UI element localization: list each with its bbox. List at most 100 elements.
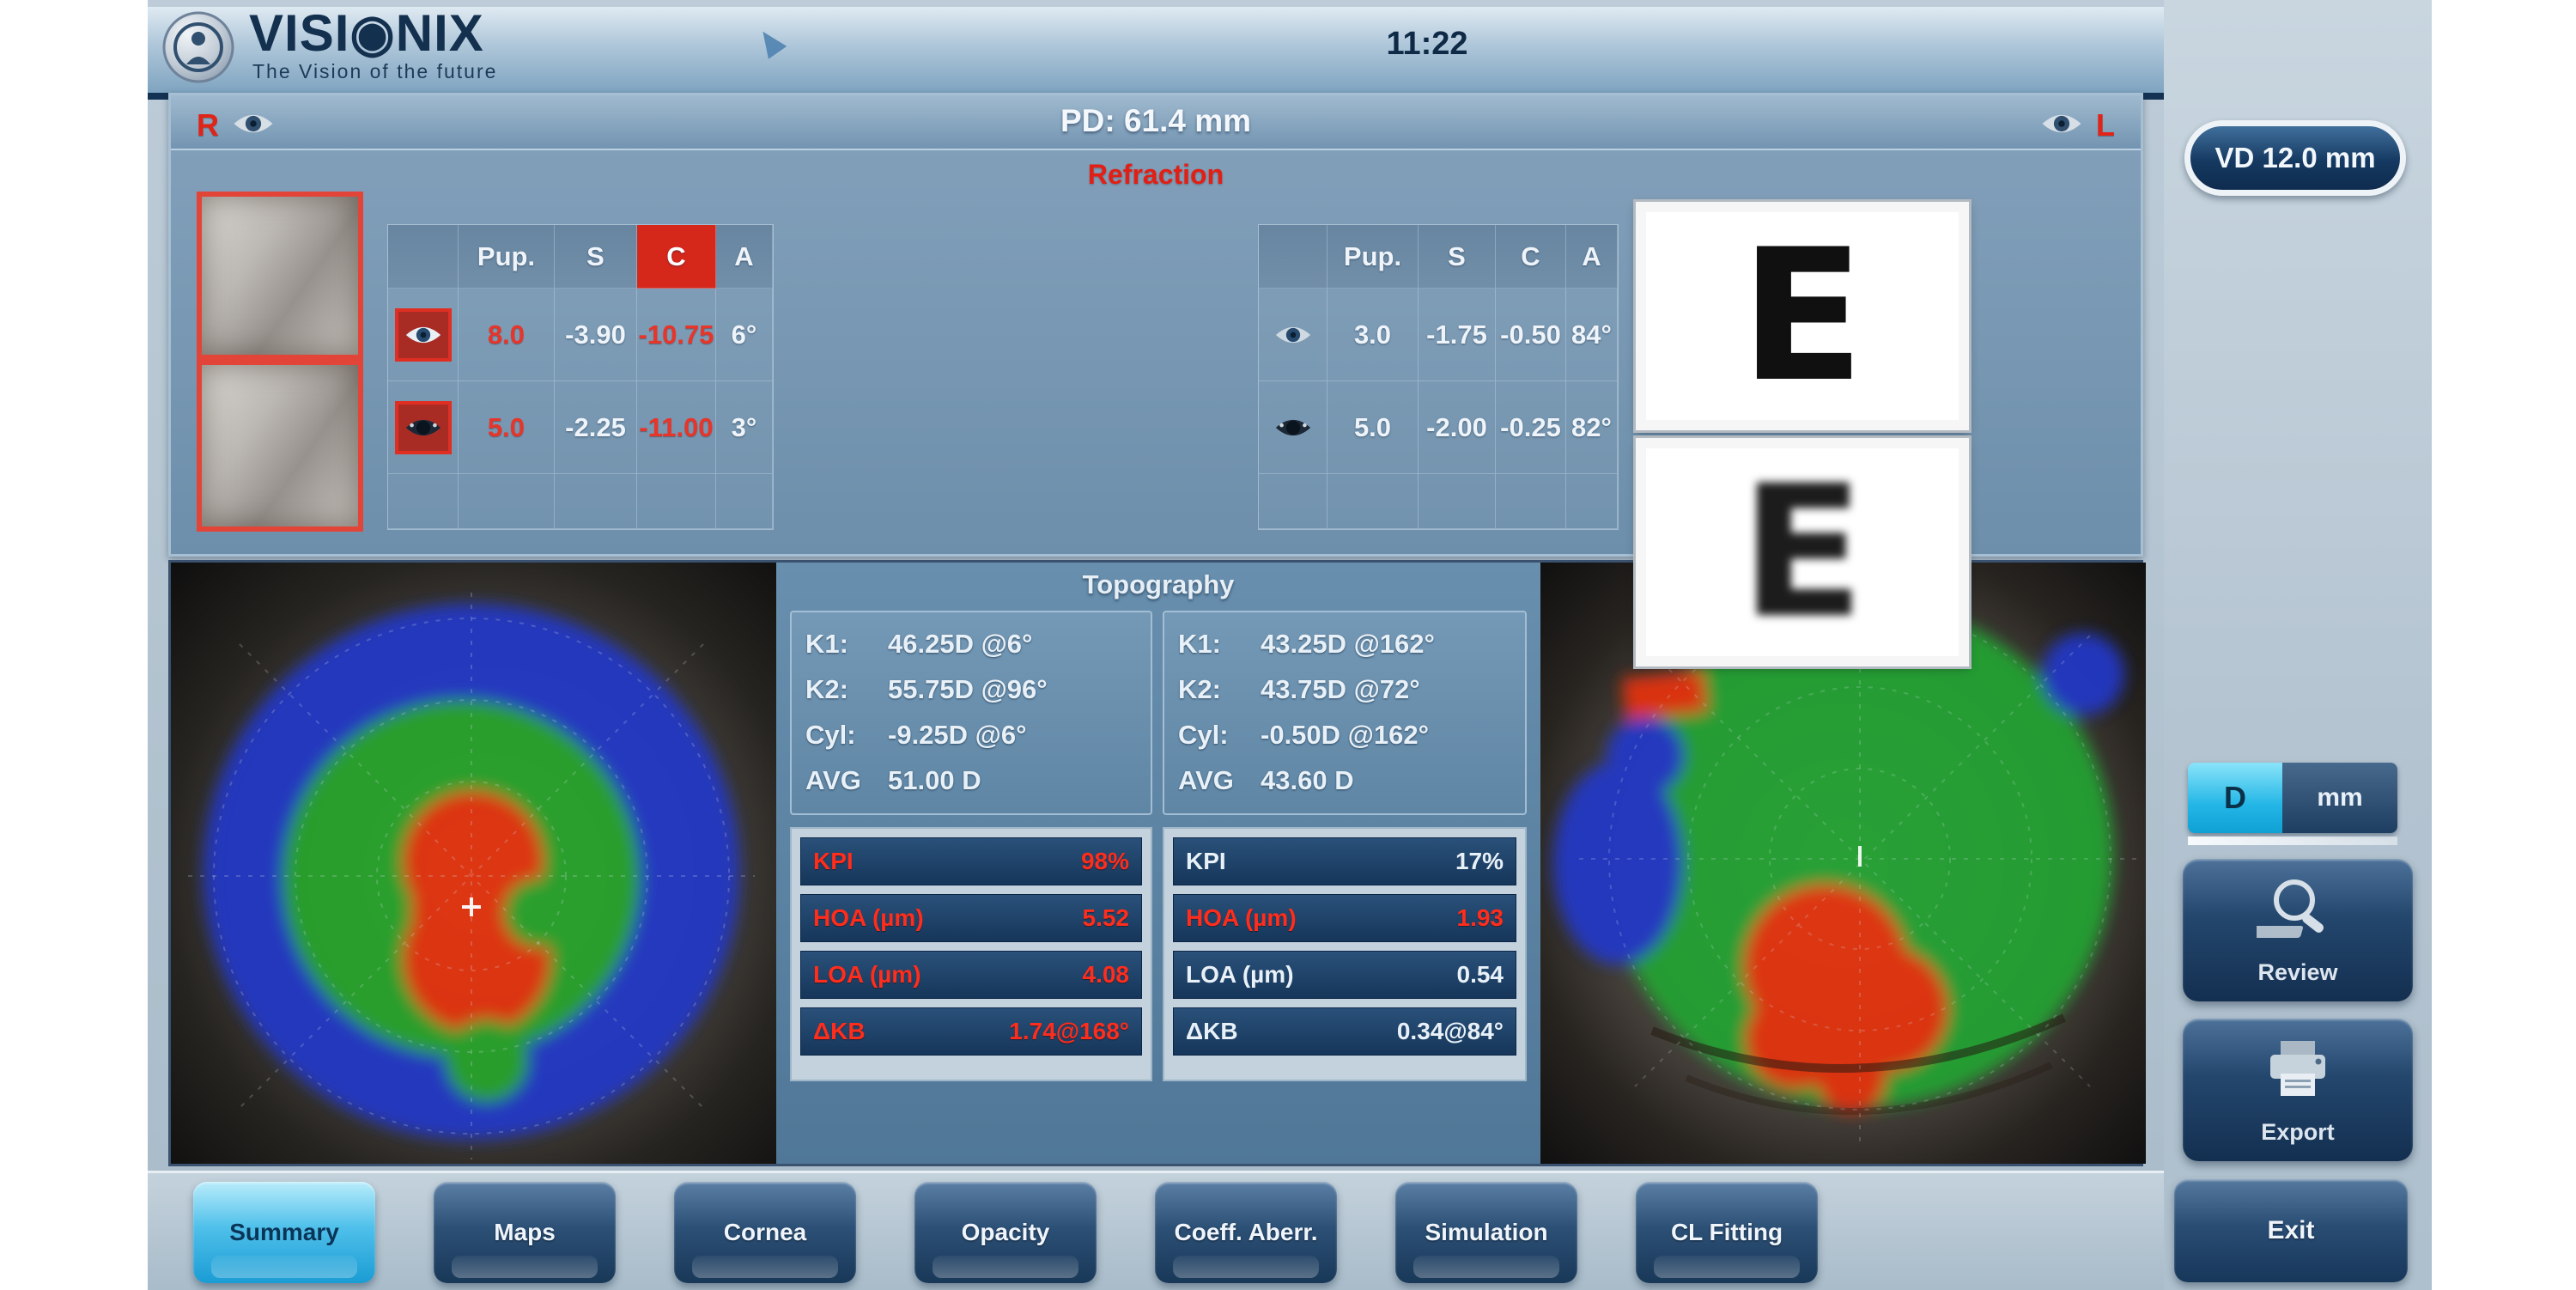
unit-option-mm[interactable]: mm <box>2282 763 2397 833</box>
od-cyl-value: -9.25D @6° <box>888 720 1027 751</box>
metric-value: 0.34@84° <box>1397 1018 1504 1045</box>
k2-label: K2: <box>805 674 888 705</box>
od-k2-value: 55.75D @96° <box>888 674 1048 705</box>
os-pup-value: 5.0 <box>459 381 555 474</box>
od-pup-value: 3.0 <box>1327 289 1419 381</box>
metric-row: KPI 98% <box>800 837 1142 885</box>
od-eye-icon[interactable] <box>395 308 452 362</box>
tab-simulation[interactable]: Simulation <box>1395 1182 1577 1283</box>
acuity-chart-blurred: E <box>1636 438 1969 666</box>
review-label: Review <box>2257 959 2337 986</box>
export-label: Export <box>2261 1119 2335 1146</box>
col-header-pup: Pup. <box>459 225 555 289</box>
metric-value: 1.74@168° <box>1009 1018 1129 1045</box>
cyl-label: Cyl: <box>805 720 888 751</box>
os-eye-toggle-icon[interactable] <box>2039 111 2084 141</box>
pd-value: PD: 61.4 mm <box>171 95 2141 150</box>
right-sidebar: VD 12.0 mm D mm Review <box>2164 0 2432 1290</box>
metric-row: KPI17% <box>1173 837 1516 885</box>
metric-label: ΔKB <box>1186 1018 1238 1045</box>
os-indices-panel: KPI17% HOA (µm) 1.93 LOA (µm)0.54 ΔKB 0.34… <box>1163 827 1527 1081</box>
logo-eye-icon: ◉ <box>349 4 395 62</box>
unit-toggle-underline <box>2188 837 2397 845</box>
metric-value: 98% <box>1081 848 1129 875</box>
vd-badge[interactable]: VD 12.0 mm <box>2184 120 2406 196</box>
col-header-s: S <box>555 225 637 289</box>
screen: VISI◉NIX The Vision of the future 11:22 … <box>0 0 2576 1290</box>
od-k1-value: 46.25D @6° <box>888 629 1032 660</box>
metric-label: HOA (µm) <box>1186 904 1297 932</box>
tab-cl-fitting[interactable]: CL Fitting <box>1636 1182 1818 1283</box>
topography-title: Topography <box>776 569 1540 600</box>
tab-cornea[interactable]: Cornea <box>674 1182 856 1283</box>
exit-button[interactable]: Exit <box>2174 1179 2408 1282</box>
od-map-overlay <box>171 563 776 1164</box>
metric-label: KPI <box>813 848 854 875</box>
os-photo-thumbnail[interactable] <box>197 360 363 532</box>
col-header-pup: Pup. <box>1327 225 1419 289</box>
os-eye-icon[interactable] <box>1273 416 1313 440</box>
od-keratometry-panel: K1:46.25D @6° K2:55.75D @96° Cyl:-9.25D … <box>790 611 1152 815</box>
metric-row: LOA (µm)0.54 <box>1173 951 1516 999</box>
metric-label: HOA (µm) <box>813 904 924 932</box>
table-row <box>1259 289 1327 381</box>
tab-maps[interactable]: Maps <box>434 1182 616 1283</box>
metric-value: 17% <box>1455 848 1504 875</box>
col-header-s: S <box>1419 225 1496 289</box>
acuity-letter: E <box>1741 465 1865 638</box>
tab-coeff-aberr[interactable]: Coeff. Aberr. <box>1155 1182 1337 1283</box>
od-topography-map[interactable] <box>171 563 776 1164</box>
acuity-chart-sharp: E <box>1636 202 1969 430</box>
os-corner: L <box>2039 107 2115 143</box>
avg-label: AVG <box>1178 765 1261 796</box>
metric-row: ΔKB 1.74@168° <box>800 1007 1142 1056</box>
unit-toggle: D mm <box>2188 763 2397 833</box>
tab-opacity[interactable]: Opacity <box>914 1182 1097 1283</box>
metric-label: LOA (µm) <box>813 961 921 989</box>
od-cylinder-value: -10.75 <box>637 289 716 381</box>
od-sphere-value: -3.90 <box>555 289 637 381</box>
metric-row: ΔKB 0.34@84° <box>1173 1007 1516 1056</box>
od-marker: R <box>197 107 219 143</box>
unit-option-d[interactable]: D <box>2188 763 2282 833</box>
col-header-icon <box>1259 225 1327 289</box>
os-eye-icon[interactable] <box>395 401 452 454</box>
visionix-logo-badge-icon <box>161 10 235 84</box>
acuity-letter: E <box>1741 229 1865 402</box>
apex-marker <box>1858 846 1862 867</box>
od-avg-value: 51.00 D <box>888 765 981 796</box>
polar-grid <box>188 593 755 1159</box>
cursor-icon <box>754 25 787 58</box>
table-row <box>388 381 459 474</box>
col-header-icon <box>388 225 459 289</box>
od-sphere-value: -1.75 <box>1419 289 1496 381</box>
od-photo-thumbnail[interactable] <box>197 192 363 360</box>
tab-summary[interactable]: Summary <box>193 1182 375 1283</box>
od-pup-value: 8.0 <box>459 289 555 381</box>
metric-label: ΔKB <box>813 1018 866 1045</box>
table-row <box>388 289 459 381</box>
export-button[interactable]: Export <box>2183 1019 2413 1161</box>
k1-label: K1: <box>805 629 888 660</box>
od-axis-value: 84° <box>1566 289 1618 381</box>
metric-row: HOA (µm)5.52 <box>800 894 1142 942</box>
k2-label: K2: <box>1178 674 1261 705</box>
od-eye-toggle-icon[interactable] <box>231 111 276 141</box>
magnifier-icon <box>2257 874 2339 952</box>
os-sphere-value: -2.00 <box>1419 381 1496 474</box>
metric-row: LOA (µm)4.08 <box>800 951 1142 999</box>
topography-center: Topography K1:46.25D @6° K2:55.75D @96° … <box>776 563 1540 1164</box>
metric-value: 1.93 <box>1457 904 1504 932</box>
cyl-label: Cyl: <box>1178 720 1261 751</box>
col-header-c: C <box>1496 225 1566 289</box>
od-eye-icon[interactable] <box>1273 323 1313 347</box>
os-cylinder-value: -0.25 <box>1496 381 1566 474</box>
os-cylinder-value: -11.00 <box>637 381 716 474</box>
review-button[interactable]: Review <box>2183 859 2413 1001</box>
os-sphere-value: -2.25 <box>555 381 637 474</box>
col-header-c-alert: C <box>637 225 716 289</box>
os-keratometry-panel: K1:43.25D @162° K2:43.75D @72° Cyl:-0.50… <box>1163 611 1527 815</box>
app-header: VISI◉NIX The Vision of the future 11:22 <box>148 7 2164 100</box>
os-axis-value: 82° <box>1566 381 1618 474</box>
os-marker: L <box>2096 107 2115 143</box>
